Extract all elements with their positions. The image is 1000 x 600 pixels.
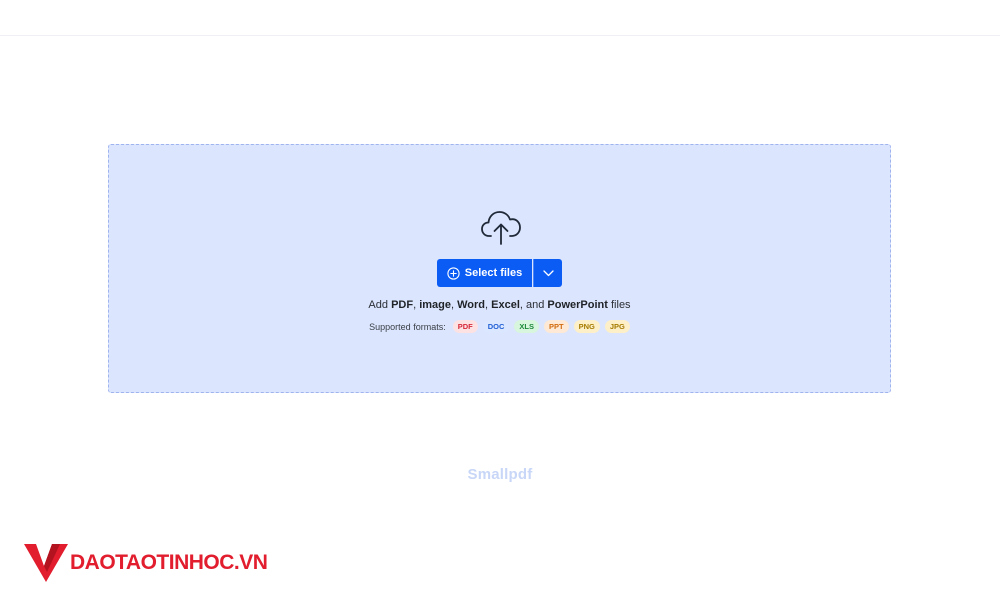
add-files-hint: Add PDF, image, Word, Excel, and PowerPo…	[368, 299, 631, 311]
top-bar	[0, 0, 1000, 36]
watermark-text: DAOTAOTINHOC.VN	[70, 551, 268, 574]
supported-formats: Supported formats: PDF DOC XLS PPT PNG J…	[109, 320, 890, 333]
format-badge-jpg: JPG	[604, 320, 630, 333]
select-files-label: Select files	[464, 267, 523, 279]
format-badge-png: PNG	[573, 320, 600, 333]
format-badge-xls: XLS	[514, 320, 539, 333]
select-files-button[interactable]: Select files	[437, 259, 532, 287]
select-files-group: Select files	[437, 259, 562, 287]
watermark: DAOTAOTINHOC.VN	[22, 542, 282, 584]
select-source-dropdown[interactable]	[533, 259, 562, 287]
watermark-logo-icon	[24, 544, 68, 582]
format-badge-ppt: PPT	[543, 320, 569, 333]
supported-formats-label: Supported formats:	[369, 321, 446, 332]
format-badge-pdf: PDF	[452, 320, 478, 333]
cloud-upload-icon	[481, 211, 521, 245]
brand-logo-text: Smallpdf	[467, 466, 533, 483]
file-dropzone[interactable]: Select files Add PDF, image, Word, Excel…	[108, 144, 891, 393]
chevron-down-icon	[542, 269, 554, 276]
format-badge-doc: DOC	[482, 320, 510, 333]
plus-circle-icon	[447, 266, 460, 280]
